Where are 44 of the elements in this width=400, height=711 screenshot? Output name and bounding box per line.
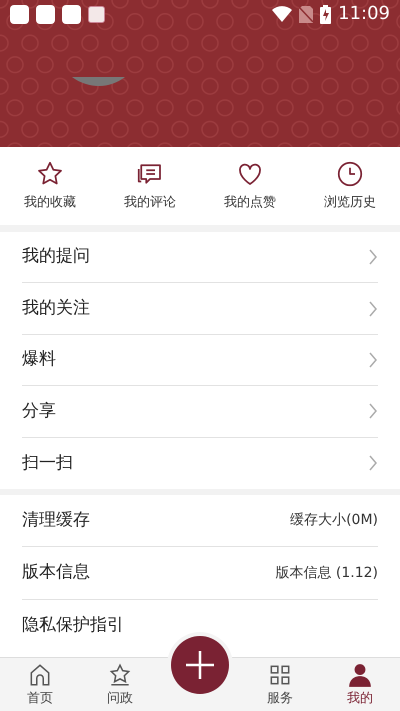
shortcut-button[interactable]: 我的点赞	[200, 147, 300, 225]
chevron-right-icon	[368, 402, 378, 420]
menu-label: 分享	[22, 400, 56, 423]
settings-value: 版本信息 (1.12)	[275, 564, 378, 583]
notification-icon	[62, 4, 81, 24]
chevron-right-icon	[368, 454, 378, 472]
add-button[interactable]	[171, 636, 229, 694]
nav-tab[interactable]: 问政	[80, 662, 160, 708]
menu-item[interactable]: 我的提问	[22, 232, 378, 284]
menu-item[interactable]: 我的关注	[22, 283, 378, 335]
no-sim-icon	[299, 6, 314, 22]
status-time: 11:09	[338, 5, 390, 23]
plus-icon	[186, 651, 214, 679]
menu-label: 我的关注	[22, 296, 90, 320]
wifi-icon	[272, 6, 292, 22]
arc-shape-drawing	[72, 77, 125, 86]
settings-item[interactable]: 隐私保护指引	[22, 600, 378, 652]
menu-item[interactable]: 爆料	[22, 334, 378, 386]
settings-item[interactable]: 版本信息 版本信息 (1.12)	[22, 547, 378, 600]
notification-icon	[36, 4, 55, 24]
chevron-right-icon	[368, 248, 378, 266]
settings-label: 版本信息	[22, 561, 90, 584]
chevron-right-icon	[368, 300, 378, 318]
chevron-right-icon	[368, 350, 378, 369]
nav-tab[interactable]: 我的	[320, 662, 400, 708]
shortcut-button[interactable]: 我的收藏	[0, 147, 100, 225]
settings-item[interactable]: 清理缓存 缓存大小(0M)	[22, 494, 378, 548]
shortcut-button[interactable]: 我的评论	[100, 147, 200, 225]
settings-label: 隐私保护指引	[22, 614, 124, 638]
star-icon	[107, 662, 133, 688]
shortcut-button[interactable]: 浏览历史	[300, 147, 400, 225]
menu-item[interactable]: 分享	[22, 386, 378, 438]
menu-label: 爆料	[22, 348, 56, 372]
notification-icon	[10, 4, 29, 24]
settings-value: 缓存大小(0M)	[290, 511, 378, 530]
settings-label: 清理缓存	[22, 508, 90, 532]
app-icon	[88, 6, 105, 22]
battery-charging-icon	[320, 4, 332, 24]
nav-tab[interactable]: 服务	[240, 662, 320, 708]
menu-label: 我的提问	[22, 245, 90, 268]
nav-tab[interactable]: 首页	[0, 662, 80, 708]
menu-item[interactable]: 扫一扫	[22, 438, 378, 489]
menu-label: 扫一扫	[22, 452, 73, 474]
person-icon	[347, 662, 373, 688]
